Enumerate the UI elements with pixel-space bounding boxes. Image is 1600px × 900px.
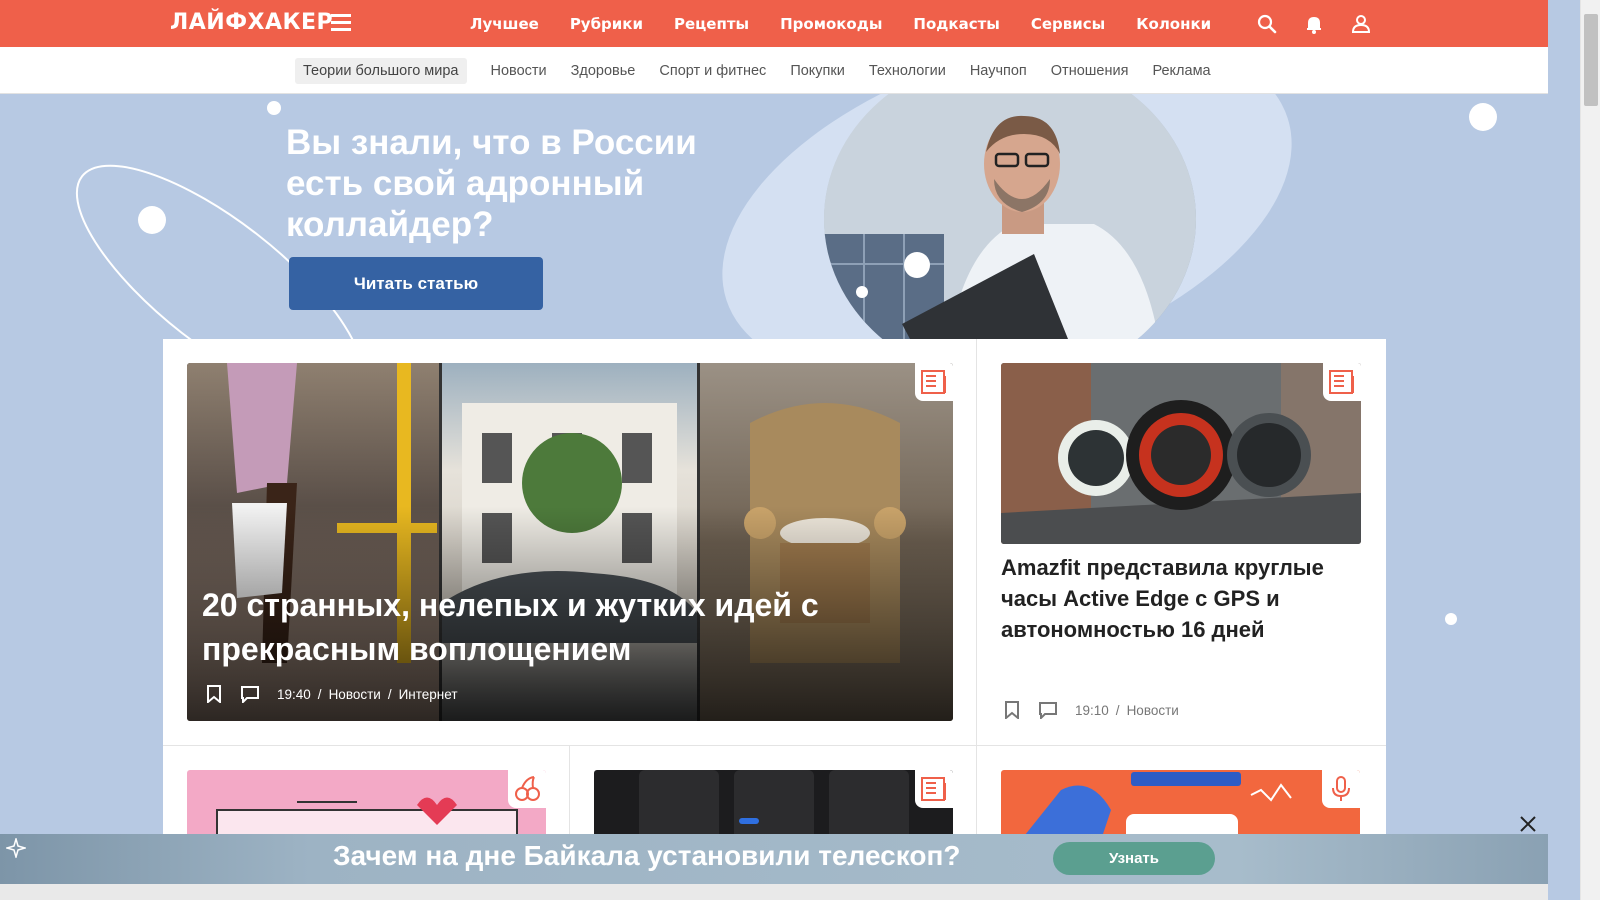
subnav-item-technology[interactable]: Технологии: [869, 63, 946, 79]
ad-text[interactable]: Зачем на дне Байкала установили телескоп…: [333, 840, 961, 872]
subnav-item-sport[interactable]: Спорт и фитнес: [659, 63, 766, 79]
article-title[interactable]: 20 странных, нелепых и жутких идей с пре…: [202, 583, 902, 671]
subnav-item-relationships[interactable]: Отношения: [1051, 63, 1129, 79]
subnav-item-shopping[interactable]: Покупки: [790, 63, 845, 79]
nav-item-promocodes[interactable]: Промокоды: [780, 15, 882, 33]
subnav-item-health[interactable]: Здоровье: [571, 63, 636, 79]
article-time: 19:40: [277, 686, 311, 702]
article-title[interactable]: Amazfit представила круглые часы Active …: [1001, 552, 1371, 645]
subnav-item-news[interactable]: Новости: [491, 63, 547, 79]
article-meta: 19:10 / Новости: [1003, 701, 1179, 721]
article-type-icon: [915, 770, 953, 808]
nav-item-rubrics[interactable]: Рубрики: [570, 15, 643, 33]
close-icon[interactable]: [1518, 814, 1538, 834]
deco-dot: [1445, 613, 1457, 625]
hero-dots: [856, 252, 930, 298]
nav-item-columns[interactable]: Колонки: [1136, 15, 1211, 33]
article-image[interactable]: [1001, 363, 1361, 544]
main-nav: Лучшее Рубрики Рецепты Промокоды Подкаст…: [470, 0, 1242, 47]
articles-grid: 20 странных, нелепых и жутких идей с пре…: [163, 339, 1386, 840]
article-category-link[interactable]: Новости: [1127, 703, 1179, 718]
nav-item-best[interactable]: Лучшее: [470, 15, 539, 33]
bookmark-icon[interactable]: [205, 685, 223, 705]
article-type-icon: [1323, 363, 1361, 401]
site-logo[interactable]: ЛАЙФХАКЕР: [170, 10, 333, 35]
scrollbar-thumb[interactable]: [1584, 14, 1598, 106]
category-nav: Теории большого мира Новости Здоровье Сп…: [0, 47, 1548, 94]
ad-sparkle-icon: [6, 838, 26, 858]
nav-item-services[interactable]: Сервисы: [1031, 15, 1105, 33]
nav-item-podcasts[interactable]: Подкасты: [913, 15, 999, 33]
article-time: 19:10: [1075, 702, 1109, 718]
podcast-icon: [1322, 770, 1360, 808]
article-subcategory-link[interactable]: Интернет: [399, 687, 458, 702]
column-divider: [976, 339, 977, 839]
comment-icon[interactable]: [241, 685, 259, 705]
ad-learn-button[interactable]: Узнать: [1053, 842, 1215, 875]
menu-icon[interactable]: [331, 14, 351, 32]
bell-icon[interactable]: [1302, 12, 1326, 36]
subnav-item-science[interactable]: Научпоп: [970, 63, 1027, 79]
nav-item-recipes[interactable]: Рецепты: [674, 15, 749, 33]
search-icon[interactable]: [1255, 12, 1279, 36]
row-divider: [163, 745, 1386, 746]
comment-icon[interactable]: [1039, 701, 1057, 721]
ad-banner[interactable]: Зачем на дне Байкала установили телескоп…: [0, 834, 1548, 884]
article-category-link[interactable]: Новости: [329, 687, 381, 702]
bookmark-icon[interactable]: [1003, 701, 1021, 721]
article-card-main[interactable]: 20 странных, нелепых и жутких идей с пре…: [187, 363, 953, 721]
article-thumbnail[interactable]: [594, 770, 953, 840]
subnav-item-big-world-theories[interactable]: Теории большого мира: [295, 58, 467, 84]
top-bar: ЛАЙФХАКЕР Лучшее Рубрики Рецепты Промоко…: [0, 0, 1548, 47]
article-thumbnail[interactable]: [1001, 770, 1360, 840]
read-article-button[interactable]: Читать статью: [289, 257, 543, 310]
article-type-icon: [915, 363, 953, 401]
article-meta: 19:40 / Новости / Интернет: [205, 685, 458, 705]
page-footer-strip: [0, 884, 1548, 900]
article-thumbnail[interactable]: [187, 770, 546, 840]
column-divider: [569, 745, 570, 839]
scrollbar[interactable]: [1580, 0, 1600, 900]
hero-title[interactable]: Вы знали, что в России есть свой адронны…: [286, 122, 746, 245]
hero-banner: Вы знали, что в России есть свой адронны…: [0, 94, 1548, 354]
subnav-item-ads[interactable]: Реклама: [1152, 63, 1210, 79]
user-icon[interactable]: [1349, 12, 1373, 36]
recipe-icon: [508, 770, 546, 808]
